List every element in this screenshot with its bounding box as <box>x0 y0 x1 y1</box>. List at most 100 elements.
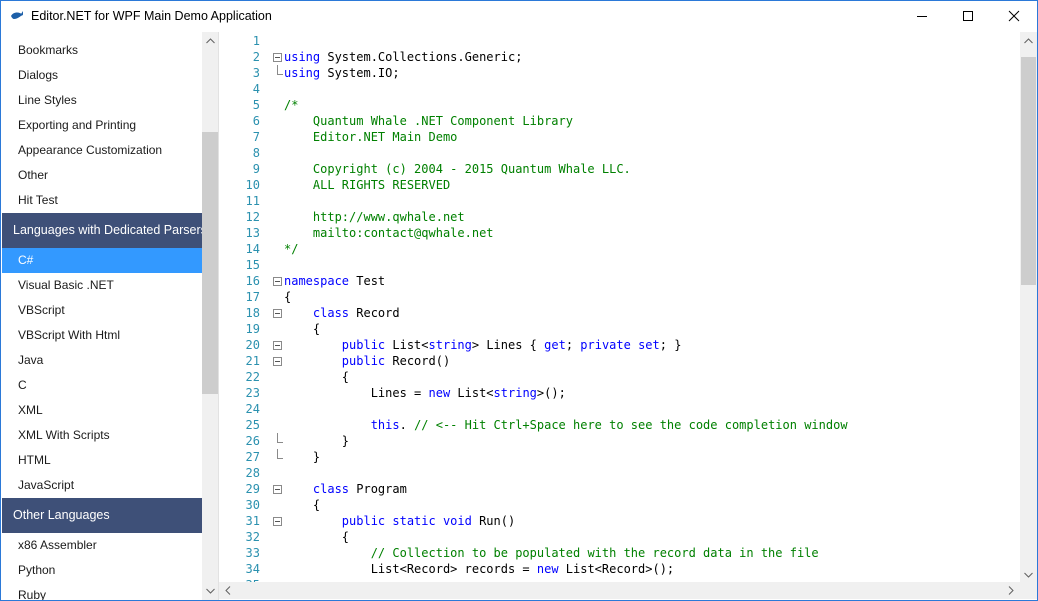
sidebar-scroll-thumb[interactable] <box>202 132 218 394</box>
sidebar-item[interactable]: Java <box>2 348 202 373</box>
sidebar-item[interactable]: Dialogs <box>2 63 202 88</box>
keyword-token: public <box>341 354 386 368</box>
sidebar-item[interactable]: Python <box>2 558 202 583</box>
sidebar-item[interactable]: VBScript With Html <box>2 323 202 348</box>
code-line[interactable]: 8 <box>237 145 1021 161</box>
collapse-icon[interactable] <box>273 309 282 318</box>
code-line[interactable]: 13 mailto:contact@qwhale.net <box>237 225 1021 241</box>
line-number: 21 <box>245 354 260 368</box>
code-editor[interactable]: 1 2 using System.Collections.Generic; 3 usin… <box>237 32 1021 582</box>
sidebar-item[interactable]: Visual Basic .NET <box>2 273 202 298</box>
sidebar-group-header[interactable]: Languages with Dedicated Parsers <box>2 213 207 248</box>
collapse-icon[interactable] <box>273 485 282 494</box>
sidebar-item-label: VBScript <box>18 303 65 317</box>
code-line[interactable]: 9 Copyright (c) 2004 - 2015 Quantum Whal… <box>237 161 1021 177</box>
code-line[interactable]: 7 Editor.NET Main Demo <box>237 129 1021 145</box>
code-line[interactable]: 4 <box>237 81 1021 97</box>
code-line[interactable]: 21 public Record() <box>237 353 1021 369</box>
sidebar-item[interactable]: C# <box>2 248 202 273</box>
editor-vertical-scrollbar[interactable] <box>1020 32 1037 582</box>
code-token: . <box>399 418 415 432</box>
sidebar-item[interactable]: HTML <box>2 448 202 473</box>
title-bar[interactable]: Editor.NET for WPF Main Demo Application <box>1 1 1037 32</box>
sidebar-scrollbar[interactable] <box>202 32 218 600</box>
code-line[interactable]: 30 { <box>237 497 1021 513</box>
code-line[interactable]: 25 this. // <-- Hit Ctrl+Space here to s… <box>237 417 1021 433</box>
code-line[interactable]: 24 <box>237 401 1021 417</box>
sidebar-item[interactable]: Hit Test <box>2 188 202 213</box>
code-line[interactable]: 14 */ <box>237 241 1021 257</box>
sidebar-item[interactable]: x86 Assembler <box>2 533 202 558</box>
sidebar-item-label: Java <box>18 353 44 367</box>
comment-token: Editor.NET Main Demo <box>284 130 458 144</box>
collapse-icon[interactable] <box>273 341 282 350</box>
code-line[interactable]: 5 /* <box>237 97 1021 113</box>
code-token: >(); <box>536 386 566 400</box>
code-line[interactable]: 23 Lines = new List<string>(); <box>237 385 1021 401</box>
editor-scroll-thumb[interactable] <box>1021 57 1036 285</box>
code-text: public List<string> Lines { get; private… <box>284 337 682 353</box>
code-line[interactable]: 2 using System.Collections.Generic; <box>237 49 1021 65</box>
code-line[interactable]: 3 using System.IO; <box>237 65 1021 81</box>
code-line[interactable]: 6 Quantum Whale .NET Component Library <box>237 113 1021 129</box>
collapse-icon[interactable] <box>273 53 282 62</box>
code-line[interactable]: 18 class Record <box>237 305 1021 321</box>
code-line[interactable]: 29 class Program <box>237 481 1021 497</box>
scroll-up-icon[interactable] <box>206 38 215 44</box>
sidebar-item-label: Other <box>18 168 49 182</box>
code-line[interactable]: 32 { <box>237 529 1021 545</box>
code-line[interactable]: 34 List<Record> records = new List<Recor… <box>237 561 1021 577</box>
sidebar-item[interactable]: XML With Scripts <box>2 423 202 448</box>
code-line[interactable]: 20 public List<string> Lines { get; priv… <box>237 337 1021 353</box>
scroll-right-icon[interactable] <box>1008 586 1014 595</box>
code-token: { <box>284 322 321 336</box>
code-token: Record() <box>385 354 451 368</box>
sidebar-item[interactable]: JavaScript <box>2 473 202 498</box>
scroll-down-icon[interactable] <box>206 588 215 594</box>
code-line[interactable]: 33 // Collection to be populated with th… <box>237 545 1021 561</box>
code-token: Test <box>349 274 386 288</box>
code-token: ; <box>565 338 581 352</box>
code-line[interactable]: 28 <box>237 465 1021 481</box>
sidebar-item[interactable]: C <box>2 373 202 398</box>
code-line[interactable]: 27 } <box>237 449 1021 465</box>
code-token: } <box>284 450 321 464</box>
code-line[interactable]: 16 namespace Test <box>237 273 1021 289</box>
code-line[interactable]: 1 <box>237 33 1021 49</box>
code-line[interactable]: 19 { <box>237 321 1021 337</box>
code-line[interactable]: 17 { <box>237 289 1021 305</box>
keyword-token: using <box>284 50 321 64</box>
minimize-button[interactable] <box>899 1 945 31</box>
sidebar-item[interactable]: Exporting and Printing <box>2 113 202 138</box>
code-text: } <box>284 449 320 465</box>
close-button[interactable] <box>991 1 1037 31</box>
line-number: 2 <box>252 50 260 64</box>
maximize-button[interactable] <box>945 1 991 31</box>
code-line[interactable]: 22 { <box>237 369 1021 385</box>
code-line[interactable]: 12 http://www.qwhale.net <box>237 209 1021 225</box>
code-token: } <box>284 434 350 448</box>
sidebar-item[interactable]: Bookmarks <box>2 38 202 63</box>
scroll-down-icon[interactable] <box>1024 572 1033 578</box>
collapse-icon[interactable] <box>273 277 282 286</box>
sidebar-item[interactable]: Ruby <box>2 583 202 600</box>
sidebar-group-header[interactable]: Other Languages <box>2 498 202 533</box>
sidebar-item[interactable]: Line Styles <box>2 88 202 113</box>
sidebar-item[interactable]: XML <box>2 398 202 423</box>
code-line[interactable]: 15 <box>237 257 1021 273</box>
sidebar-item[interactable]: Appearance Customization <box>2 138 202 163</box>
sidebar-item-label: JavaScript <box>18 478 75 492</box>
editor-horizontal-scrollbar[interactable] <box>219 582 1020 599</box>
sidebar-item[interactable]: Other <box>2 163 202 188</box>
code-line[interactable]: 31 public static void Run() <box>237 513 1021 529</box>
code-line[interactable]: 10 ALL RIGHTS RESERVED <box>237 177 1021 193</box>
sidebar-item[interactable]: VBScript <box>2 298 202 323</box>
code-line[interactable]: 11 <box>237 193 1021 209</box>
scroll-left-icon[interactable] <box>225 586 231 595</box>
scroll-up-icon[interactable] <box>1024 38 1033 44</box>
collapse-icon[interactable] <box>273 357 282 366</box>
code-line[interactable]: 26 } <box>237 433 1021 449</box>
collapse-icon[interactable] <box>273 517 282 526</box>
